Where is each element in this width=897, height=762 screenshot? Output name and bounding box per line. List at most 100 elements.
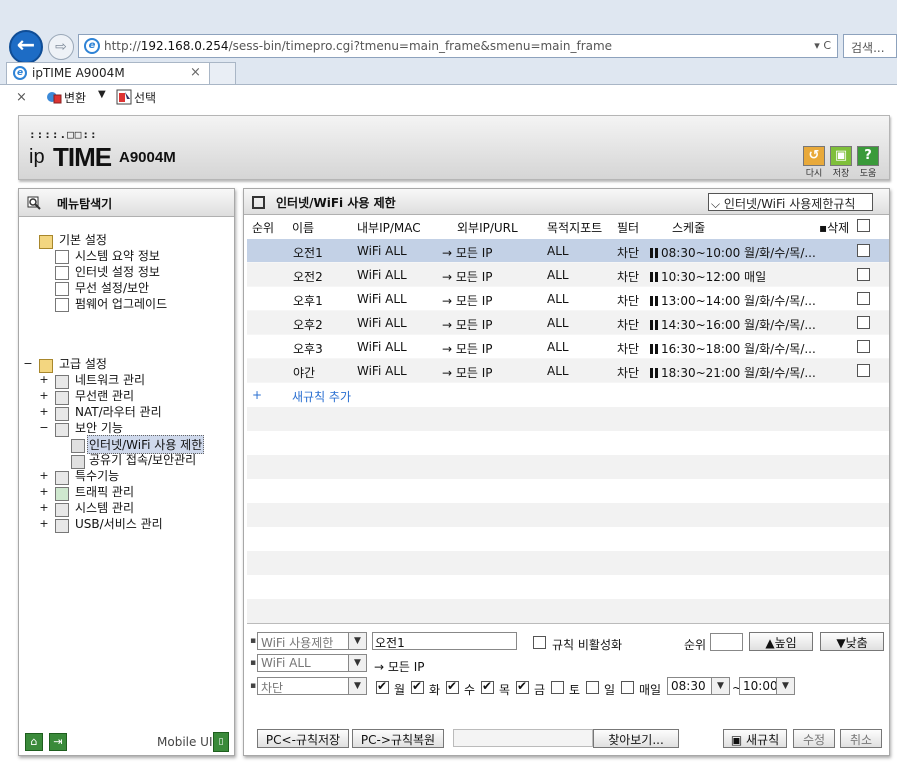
browse-button[interactable]: 찾아보기... (593, 729, 679, 748)
menu-explorer-header: 메뉴탐색기 (19, 189, 234, 217)
day-checkbox[interactable] (481, 679, 494, 694)
tree-toggle-system[interactable]: + (39, 501, 49, 514)
view-select[interactable]: ⌵ 인터넷/WiFi 사용제한규칙 (708, 193, 873, 211)
select-button[interactable]: 선택 (134, 89, 156, 106)
convert-dropdown-icon[interactable]: ▼ (98, 89, 106, 100)
day-checkbox[interactable] (516, 679, 529, 694)
delete-checkbox[interactable] (857, 268, 870, 281)
tree-usb[interactable]: USB/서비스 관리 (75, 515, 163, 532)
cancel-button[interactable]: 취소 (840, 729, 882, 748)
rule-name-input[interactable]: 오전1 (372, 632, 517, 650)
file-path-input[interactable] (453, 729, 593, 747)
special-icon (55, 471, 69, 485)
close-icon[interactable]: × (16, 90, 27, 105)
tree-router-access[interactable]: 공유기 접속/보안관리 (89, 451, 196, 468)
forward-button[interactable]: ⇨ (48, 34, 74, 60)
new-tab-button[interactable] (210, 62, 236, 84)
add-rule-link[interactable]: 새규칙 추가 (292, 388, 351, 405)
tree-firmware-upgrade[interactable]: 펌웨어 업그레이드 (75, 295, 167, 312)
logo-ip: ip (29, 146, 45, 168)
tree-special[interactable]: 특수기능 (75, 467, 119, 484)
select-icon[interactable] (116, 89, 132, 105)
table-row[interactable]: 오전2 WiFi ALL → 모든 IP ALL 차단 10:30~12:00 매일 (247, 263, 889, 287)
mobile-icon[interactable]: ▯ (213, 732, 229, 752)
delete-checkbox[interactable] (857, 316, 870, 329)
day-checkbox[interactable] (586, 681, 599, 694)
tree-system[interactable]: 시스템 관리 (75, 499, 134, 516)
tab-close-icon[interactable]: × (190, 65, 201, 80)
pc-restore-button[interactable]: PC->규칙복원 (352, 729, 444, 748)
day-checkbox[interactable] (551, 681, 564, 694)
tree-basic-settings[interactable]: 기본 설정 (59, 231, 107, 248)
tree-security[interactable]: 보안 기능 (75, 419, 123, 436)
tree-toggle-network[interactable]: + (39, 373, 49, 386)
tree-toggle-special[interactable]: + (39, 469, 49, 482)
move-up-button[interactable]: ▲높임 (749, 632, 813, 651)
convert-icon[interactable] (46, 89, 62, 105)
tab-title: ipTIME A9004M (32, 66, 125, 80)
tree-toggle-security[interactable]: − (39, 421, 49, 434)
disable-rule-checkbox[interactable] (533, 636, 546, 649)
traffic-icon (55, 487, 69, 501)
tree-internet-info[interactable]: 인터넷 설정 정보 (75, 263, 160, 280)
logout-icon[interactable]: ⇥ (49, 733, 67, 751)
day-label: 매일 (639, 683, 662, 697)
delete-checkbox[interactable] (857, 364, 870, 377)
wireless-icon (55, 282, 69, 296)
table-row[interactable]: 오후1 WiFi ALL → 모든 IP ALL 차단 13:00~14:00 월/화/수… (247, 287, 889, 311)
table-row[interactable]: 오후3 WiFi ALL → 모든 IP ALL 차단 16:30~18:00 월/화/수… (247, 335, 889, 359)
tree-wlan-mgmt[interactable]: 무선랜 관리 (75, 387, 134, 404)
day-checkbox[interactable] (411, 679, 424, 694)
add-rule-row[interactable]: + 새규칙 추가 (247, 383, 889, 407)
table-row[interactable]: 오후2 WiFi ALL → 모든 IP ALL 차단 14:30~16:00 월/화/수… (247, 311, 889, 335)
day-label: 목 (499, 683, 511, 697)
back-button[interactable]: ← (9, 30, 43, 64)
order-label: 순위 (684, 638, 707, 652)
tree-advanced-settings[interactable]: 고급 설정 (59, 355, 107, 372)
tree-network-mgmt[interactable]: 네트워크 관리 (75, 371, 145, 388)
reload-icon[interactable]: ↺ (803, 146, 825, 166)
search-input[interactable]: 검색... (843, 34, 897, 58)
tree-wireless-security[interactable]: 무선 설정/보안 (75, 279, 149, 296)
table-row[interactable]: 오전1 WiFi ALL → 모든 IP ALL 차단 08:30~10:00 월/화/수… (247, 239, 889, 263)
end-time-select[interactable]: 10:00 ▼ (739, 677, 795, 695)
tree-nat-mgmt[interactable]: NAT/라우터 관리 (75, 403, 162, 420)
tree-traffic[interactable]: 트래픽 관리 (75, 483, 134, 500)
new-rule-button[interactable]: ▣ 새규칙 (723, 729, 787, 748)
modify-button[interactable]: 수정 (793, 729, 835, 748)
browser-tab[interactable]: e ipTIME A9004M × (6, 62, 210, 84)
tree-system-summary[interactable]: 시스템 요약 정보 (75, 247, 160, 264)
address-bar[interactable]: e http://192.168.0.254/sess-bin/timepro.… (78, 34, 838, 58)
order-input[interactable] (710, 633, 743, 651)
tree-toggle-wlan[interactable]: + (39, 389, 49, 402)
help-icon[interactable]: ? (857, 146, 879, 166)
rule-schedule-text: 10:30~12:00 매일 (661, 270, 767, 284)
rule-type-select[interactable]: WiFi 사용제한 ▼ (257, 632, 367, 650)
pc-save-button[interactable]: PC<-규칙저장 (257, 729, 349, 748)
table-row[interactable]: 야간 WiFi ALL → 모든 IP ALL 차단 18:30~21:00 월/화/수/… (247, 359, 889, 383)
url-text: http://192.168.0.254/sess-bin/timepro.cg… (104, 39, 613, 53)
filter-select[interactable]: 차단 ▼ (257, 677, 367, 695)
start-time-select[interactable]: 08:30 ▼ (667, 677, 730, 695)
rule-outer-ip: → 모든 IP (442, 318, 493, 332)
delete-all-checkbox[interactable] (857, 219, 870, 232)
delete-checkbox[interactable] (857, 292, 870, 305)
day-checkbox[interactable] (376, 679, 389, 694)
convert-button[interactable]: 변환 (64, 89, 86, 106)
mobile-ui-link[interactable]: Mobile UI (157, 735, 213, 749)
delete-checkbox[interactable] (857, 340, 870, 353)
tree-toggle-advanced[interactable]: − (23, 357, 33, 370)
move-down-button[interactable]: ▼낮춤 (820, 632, 884, 651)
rule-port: ALL (547, 292, 569, 306)
day-checkbox[interactable] (621, 681, 634, 694)
refresh-button[interactable]: ▾ C (814, 39, 831, 52)
inner-ip-select[interactable]: WiFi ALL ▼ (257, 654, 367, 672)
day-checkbox[interactable] (446, 679, 459, 694)
save-icon[interactable]: ▣ (830, 146, 852, 166)
tree-toggle-nat[interactable]: + (39, 405, 49, 418)
home-icon[interactable]: ⌂ (25, 733, 43, 751)
tree-toggle-traffic[interactable]: + (39, 485, 49, 498)
rule-name: 오전1 (293, 246, 323, 260)
delete-checkbox[interactable] (857, 244, 870, 257)
tree-toggle-usb[interactable]: + (39, 517, 49, 530)
